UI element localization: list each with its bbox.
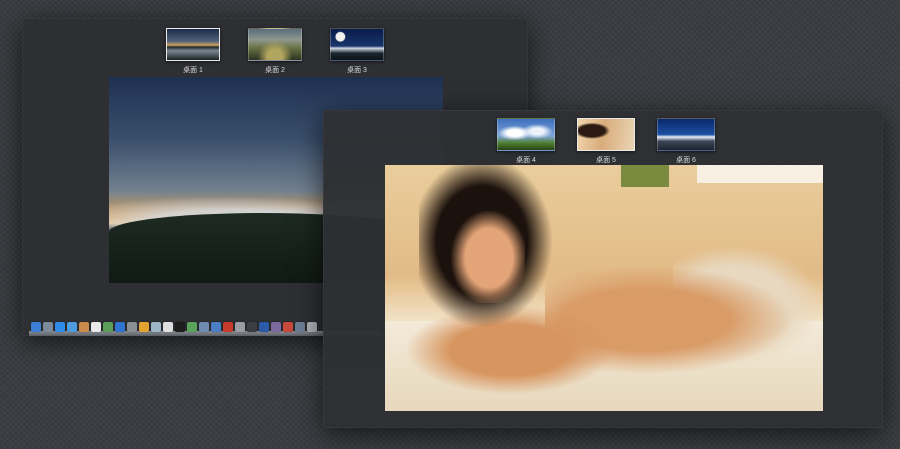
contacts-icon[interactable]: [79, 322, 89, 332]
xcode-icon[interactable]: [211, 322, 221, 332]
utility-icon[interactable]: [235, 322, 245, 332]
console-icon[interactable]: [247, 322, 257, 332]
downloads-icon[interactable]: [295, 322, 305, 332]
launchpad-icon[interactable]: [43, 322, 53, 332]
photos-icon[interactable]: [103, 322, 113, 332]
desktop-thumb-5[interactable]: 桌面 5: [577, 118, 635, 165]
desktop-label: 桌面 5: [596, 157, 616, 164]
filezilla-icon[interactable]: [223, 322, 233, 332]
desktop-thumb-6[interactable]: 桌面 6: [657, 118, 715, 165]
wallpaper-curtain: [621, 165, 669, 187]
terminal-icon[interactable]: [175, 322, 185, 332]
desktop-thumb-2[interactable]: 桌面 2: [248, 28, 302, 75]
mission-control-space-panel-b: 桌面 4 桌面 5 桌面 6: [323, 110, 883, 428]
desktop-label: 桌面 2: [265, 67, 285, 74]
app-store-icon[interactable]: [115, 322, 125, 332]
desktop-thumb-4[interactable]: 桌面 4: [497, 118, 555, 165]
trash-icon[interactable]: [307, 322, 317, 332]
activity-monitor-icon[interactable]: [187, 322, 197, 332]
desktop-4-thumbnail-image: [497, 118, 555, 151]
finder-icon[interactable]: [31, 322, 41, 332]
preview-icon[interactable]: [151, 322, 161, 332]
calendar-icon[interactable]: [91, 322, 101, 332]
mail-icon[interactable]: [67, 322, 77, 332]
desktop-label: 桌面 6: [676, 157, 696, 164]
desktop-5-thumbnail-image: [577, 118, 635, 151]
chrome-icon[interactable]: [139, 322, 149, 332]
desktop-3-thumbnail-image: [330, 28, 384, 61]
word-icon[interactable]: [259, 322, 269, 332]
app-icon[interactable]: [271, 322, 281, 332]
system-preferences-icon[interactable]: [127, 322, 137, 332]
desktop-6-thumbnail-image: [657, 118, 715, 151]
safari-icon[interactable]: [55, 322, 65, 332]
desktop-thumb-1[interactable]: 桌面 1: [166, 28, 220, 75]
desktop-label: 桌面 3: [347, 67, 367, 74]
textedit-icon[interactable]: [163, 322, 173, 332]
desktop-5-wallpaper-preview[interactable]: [385, 165, 823, 411]
wallpaper-figure-face: [445, 203, 525, 303]
desktop-thumb-3[interactable]: 桌面 3: [330, 28, 384, 75]
desktop-label: 桌面 1: [183, 67, 203, 74]
desktop-2-thumbnail-image: [248, 28, 302, 61]
desktop-label: 桌面 4: [516, 157, 536, 164]
wallpaper-window: [697, 165, 823, 183]
desktop-thumbnails: 桌面 1 桌面 2 桌面 3: [166, 28, 384, 75]
network-icon[interactable]: [199, 322, 209, 332]
parallels-icon[interactable]: [283, 322, 293, 332]
desktop-thumbnails: 桌面 4 桌面 5 桌面 6: [497, 118, 715, 165]
desktop-1-thumbnail-image: [166, 28, 220, 61]
